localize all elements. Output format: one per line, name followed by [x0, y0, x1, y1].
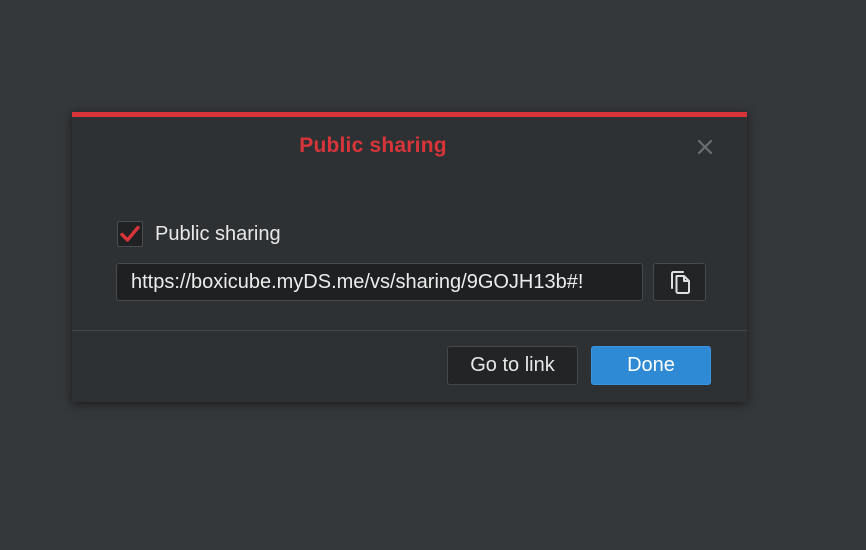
public-sharing-dialog: Public sharing Public sharing Go to link…: [72, 112, 747, 402]
go-to-link-button[interactable]: Go to link: [447, 346, 578, 385]
checkmark-icon: [120, 225, 140, 242]
copy-link-button[interactable]: [653, 263, 706, 301]
copy-icon: [670, 271, 690, 294]
dialog-accent-bar: [72, 112, 747, 117]
close-button[interactable]: [692, 134, 718, 160]
public-sharing-option: Public sharing: [117, 220, 281, 248]
dialog-divider: [72, 330, 747, 331]
public-sharing-label: Public sharing: [155, 222, 281, 245]
close-icon: [697, 139, 713, 155]
public-sharing-checkbox[interactable]: [117, 221, 143, 247]
done-button[interactable]: Done: [591, 346, 711, 385]
dialog-title: Public sharing: [299, 134, 447, 157]
share-link-field[interactable]: [116, 263, 643, 301]
